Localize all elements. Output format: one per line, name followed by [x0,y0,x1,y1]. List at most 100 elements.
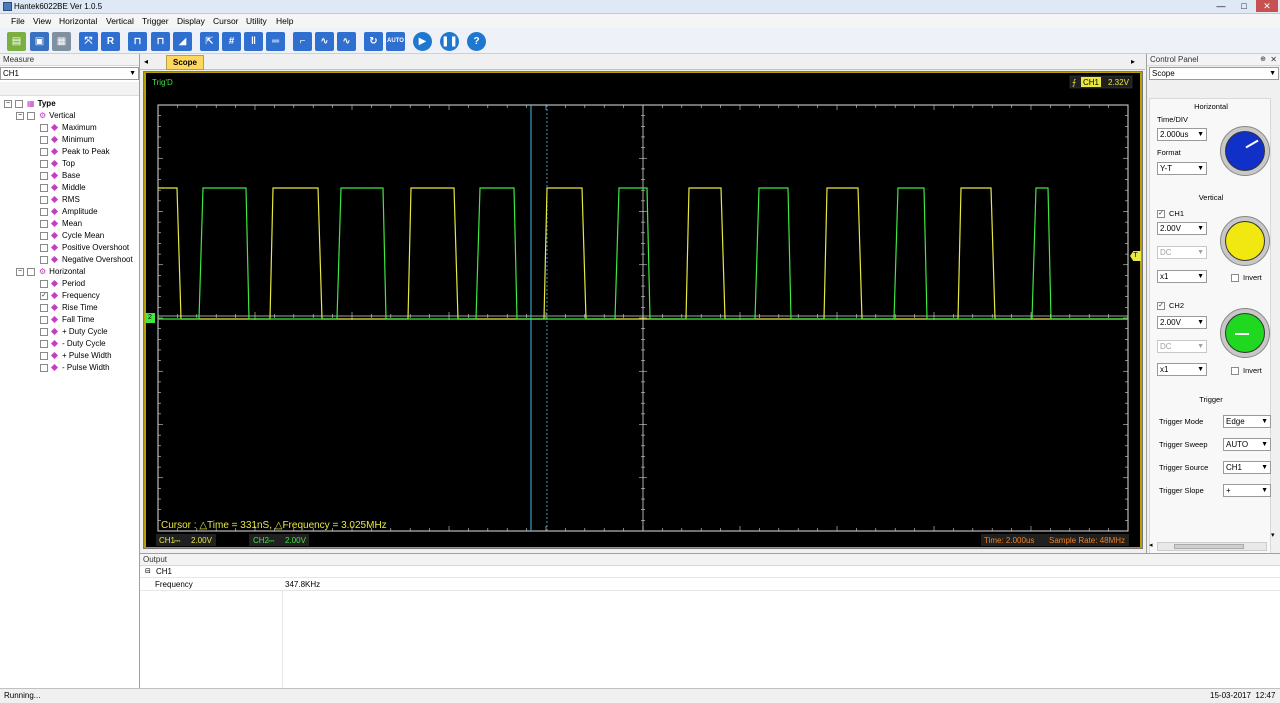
ch2-probe-select[interactable]: x1 ▼ [1157,363,1207,376]
open-icon[interactable]: ▤ [7,32,26,51]
menu-display[interactable]: Display [177,16,205,26]
cursor-horizontal-icon[interactable]: ═ [266,32,285,51]
ch2-ground-marker[interactable]: 2 [145,313,155,323]
measure-checkbox[interactable] [40,195,48,204]
measure-checkbox[interactable] [40,327,48,336]
measure-checkbox[interactable] [40,207,48,216]
measure-checkbox[interactable] [40,123,48,132]
maximize-button[interactable]: □ [1233,0,1255,12]
save-icon[interactable]: ▣ [30,32,49,51]
pulse-narrow-icon[interactable]: ⊓ [151,32,170,51]
autoset-icon[interactable]: ⤧ [79,32,98,51]
control-hscrollbar[interactable] [1157,542,1267,551]
list-item[interactable]: Maximum [40,122,97,134]
list-item[interactable]: Rise Time [40,302,98,314]
measure-checkbox[interactable] [40,147,48,156]
measure-checkbox[interactable] [40,255,48,264]
measure-checkbox[interactable] [40,339,48,348]
sawtooth-icon[interactable]: ◢ [173,32,192,51]
ch2-volts-select[interactable]: 2.00V ▼ [1157,316,1207,329]
ch2-invert-checkbox[interactable] [1231,367,1239,376]
menu-vertical[interactable]: Vertical [106,16,134,26]
measure-checkbox[interactable] [40,351,48,360]
ch1-enable[interactable]: ✓ CH1 [1157,209,1184,219]
trigger-slope-select[interactable]: + ▼ [1223,484,1271,497]
list-item[interactable]: ✓ Frequency [40,290,100,302]
list-item[interactable]: Positive Overshoot [40,242,129,254]
pin-icon[interactable]: ⊕ [1260,54,1266,66]
print-icon[interactable]: ▦ [52,32,71,51]
ch1-volts-knob[interactable] [1220,216,1270,266]
list-item[interactable]: Base [40,170,80,182]
tree-group-horizontal[interactable]: − ⚙ Horizontal [16,266,85,278]
collapse-icon[interactable]: − [16,111,24,120]
close-panel-icon[interactable]: ✕ [1270,54,1277,66]
refresh-icon[interactable]: ↻ [364,32,383,51]
step-icon[interactable]: ⌐ [293,32,312,51]
ch1-invert[interactable]: Invert [1231,273,1262,283]
auto-icon[interactable]: AUTO [386,32,405,51]
sine-wide-icon[interactable]: ∿ [337,32,356,51]
collapse-icon[interactable]: − [16,267,24,276]
ch1-probe-select[interactable]: x1 ▼ [1157,270,1207,283]
collapse-icon[interactable]: − [4,99,12,108]
ch1-volts-select[interactable]: 2.00V ▼ [1157,222,1207,235]
list-item[interactable]: Fall Time [40,314,94,326]
list-item[interactable]: Amplitude [40,206,98,218]
measure-checkbox[interactable] [40,171,48,180]
tree-root-type[interactable]: − ▦ Type [4,98,56,110]
list-item[interactable]: Period [40,278,85,290]
measure-channel-select[interactable]: CH1 ▼ [0,67,139,80]
list-item[interactable]: RMS [40,194,80,206]
help-icon[interactable]: ? [467,32,486,51]
measure-checkbox[interactable] [40,183,48,192]
list-item[interactable]: Middle [40,182,86,194]
list-item[interactable]: - Pulse Width [40,362,110,374]
scope-screen[interactable]: Trig'D ⨍ CH1 2.32V Cursor : △Time = 331n… [146,73,1140,547]
menu-utility[interactable]: Utility [246,16,267,26]
tree-group-vertical[interactable]: − ⚙ Vertical [16,110,75,122]
scroll-down-icon[interactable]: ▾ [1271,531,1275,539]
list-item[interactable]: Cycle Mean [40,230,104,242]
ch2-enable-checkbox[interactable]: ✓ [1157,302,1165,311]
format-select[interactable]: Y-T ▼ [1157,162,1207,175]
ch1-enable-checkbox[interactable]: ✓ [1157,210,1165,219]
minimize-button[interactable]: — [1210,0,1232,12]
trigger-source-select[interactable]: CH1 ▼ [1223,461,1271,474]
measure-checkbox[interactable] [40,279,48,288]
r-icon[interactable]: R [101,32,120,51]
menu-view[interactable]: View [33,16,51,26]
sine-icon[interactable]: ∿ [315,32,334,51]
list-item[interactable]: - Duty Cycle [40,338,106,350]
ch2-volts-knob[interactable] [1220,308,1270,358]
tab-scroll-right-icon[interactable]: ▸ [1131,57,1135,66]
list-item[interactable]: Negative Overshoot [40,254,133,266]
pause-icon[interactable]: ❚❚ [440,32,459,51]
collapse-icon[interactable]: ⊟ [145,567,151,575]
tree-checkbox[interactable] [27,111,35,120]
measure-checkbox[interactable] [40,303,48,312]
time-div-select[interactable]: 2.000us ▼ [1157,128,1207,141]
ch2-enable[interactable]: ✓ CH2 [1157,301,1184,311]
tree-checkbox[interactable] [27,267,35,276]
measure-checkbox[interactable] [40,231,48,240]
measure-checkbox[interactable] [40,243,48,252]
list-item[interactable]: Top [40,158,75,170]
menu-file[interactable]: File [11,16,25,26]
menu-cursor[interactable]: Cursor [213,16,239,26]
measure-checkbox[interactable] [40,219,48,228]
list-item[interactable]: Mean [40,218,82,230]
ch1-invert-checkbox[interactable] [1231,274,1239,283]
measure-checkbox[interactable] [40,315,48,324]
trigger-mode-select[interactable]: Edge ▼ [1223,415,1271,428]
list-item[interactable]: Peak to Peak [40,146,110,158]
scroll-left-icon[interactable]: ◂ [1149,541,1153,549]
measure-checkbox[interactable]: ✓ [40,291,48,300]
pulse-icon[interactable]: ⊓ [128,32,147,51]
menu-trigger[interactable]: Trigger [142,16,169,26]
ch2-coupling-select[interactable]: DC ▼ [1157,340,1207,353]
list-item[interactable]: + Duty Cycle [40,326,108,338]
trigger-sweep-select[interactable]: AUTO ▼ [1223,438,1271,451]
grid-icon[interactable]: # [222,32,241,51]
tab-scroll-left-icon[interactable]: ◂ [144,57,148,66]
